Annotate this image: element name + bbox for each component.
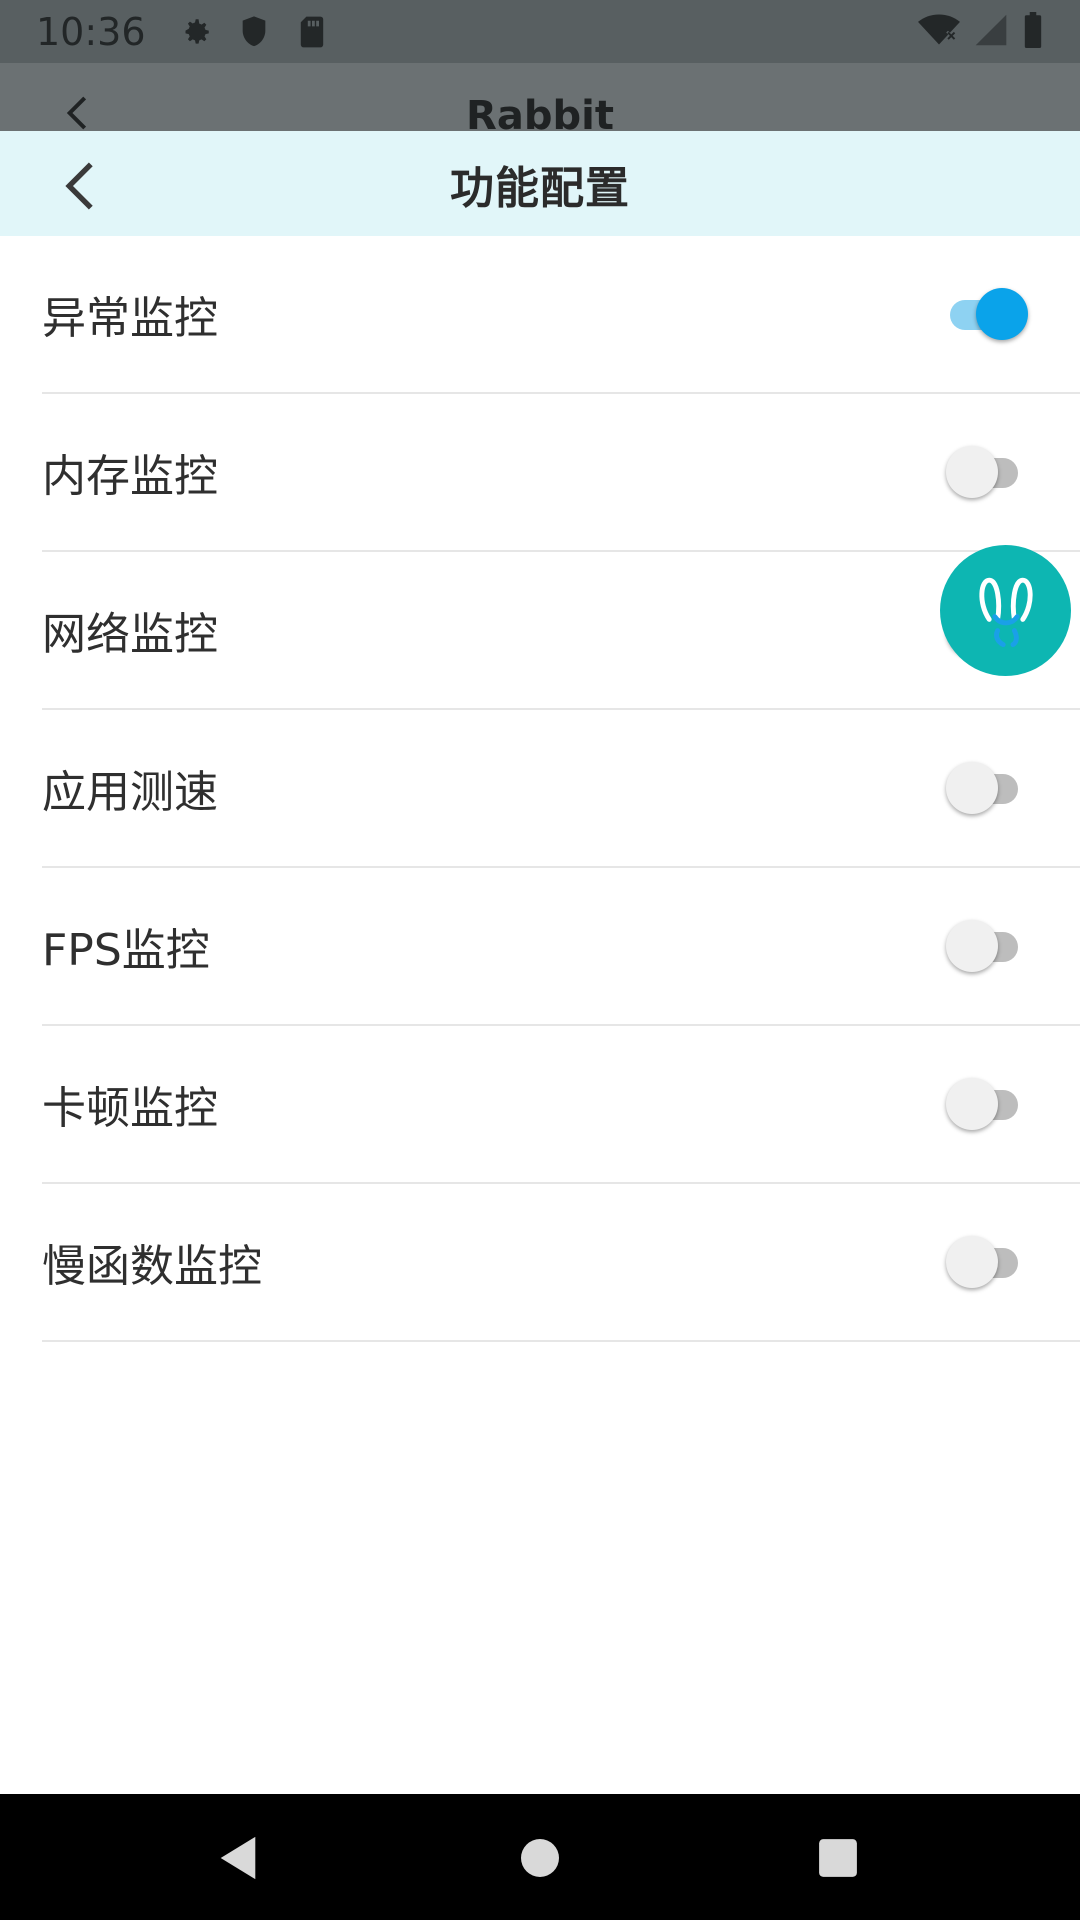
toggle-fps-monitor[interactable] bbox=[946, 918, 1030, 974]
back-triangle-icon bbox=[220, 1836, 256, 1880]
battery-icon bbox=[1022, 11, 1044, 52]
back-arrow-icon bbox=[65, 162, 93, 210]
setting-label: 应用测速 bbox=[42, 767, 218, 818]
rabbit-icon bbox=[978, 577, 1033, 647]
back-button[interactable] bbox=[58, 161, 102, 211]
sheet-header: 功能配置 bbox=[0, 131, 1080, 236]
settings-list: 异常监控 内存监控 网络监控 应用测速 FPS监控 卡顿监控 慢函数监控 bbox=[0, 236, 1080, 1342]
function-config-sheet: 功能配置 异常监控 内存监控 网络监控 应用测速 FPS监控 卡顿监控 慢函数监… bbox=[0, 131, 1080, 1794]
setting-row-fps-monitor: FPS监控 bbox=[42, 868, 1080, 1026]
recents-square-icon bbox=[819, 1839, 857, 1877]
setting-label: 卡顿监控 bbox=[42, 1083, 218, 1134]
nav-home-button[interactable] bbox=[512, 1830, 568, 1886]
signal-icon bbox=[974, 13, 1008, 51]
setting-label: FPS监控 bbox=[42, 925, 210, 976]
setting-row-memory-monitor: 内存监控 bbox=[42, 394, 1080, 552]
shield-icon bbox=[234, 12, 274, 52]
toggle-memory-monitor[interactable] bbox=[946, 444, 1030, 500]
background-toolbar: Rabbit bbox=[0, 63, 1080, 133]
setting-row-jank-monitor: 卡顿监控 bbox=[42, 1026, 1080, 1184]
setting-label: 内存监控 bbox=[42, 451, 218, 502]
wifi-off-icon bbox=[918, 13, 960, 51]
screen: 10:36 Rabbit 功能配置 异常监控 内存监控 网络监控 应用测速 FP… bbox=[0, 0, 1080, 1920]
setting-label: 网络监控 bbox=[42, 609, 218, 660]
setting-row-slow-method-monitor: 慢函数监控 bbox=[42, 1184, 1080, 1342]
background-title: Rabbit bbox=[466, 93, 614, 133]
setting-row-app-speed-test: 应用测速 bbox=[42, 710, 1080, 868]
navigation-bar bbox=[0, 1794, 1080, 1920]
status-right-group bbox=[918, 11, 1044, 52]
setting-label: 异常监控 bbox=[42, 293, 218, 344]
gear-icon bbox=[176, 12, 216, 52]
nav-recents-button[interactable] bbox=[810, 1830, 866, 1886]
toggle-app-speed-test[interactable] bbox=[946, 760, 1030, 816]
sd-card-icon bbox=[292, 12, 332, 52]
toggle-exception-monitor[interactable] bbox=[946, 286, 1030, 342]
page-title: 功能配置 bbox=[450, 162, 630, 214]
setting-label: 慢函数监控 bbox=[42, 1241, 262, 1292]
nav-back-button[interactable] bbox=[210, 1830, 266, 1886]
status-time: 10:36 bbox=[36, 9, 146, 54]
home-circle-icon bbox=[521, 1839, 559, 1877]
setting-row-network-monitor: 网络监控 bbox=[42, 552, 1080, 710]
toggle-jank-monitor[interactable] bbox=[946, 1076, 1030, 1132]
toggle-slow-method-monitor[interactable] bbox=[946, 1234, 1030, 1290]
floating-rabbit-button[interactable] bbox=[940, 545, 1071, 676]
status-bar: 10:36 bbox=[0, 0, 1080, 63]
setting-row-exception-monitor: 异常监控 bbox=[42, 236, 1080, 394]
